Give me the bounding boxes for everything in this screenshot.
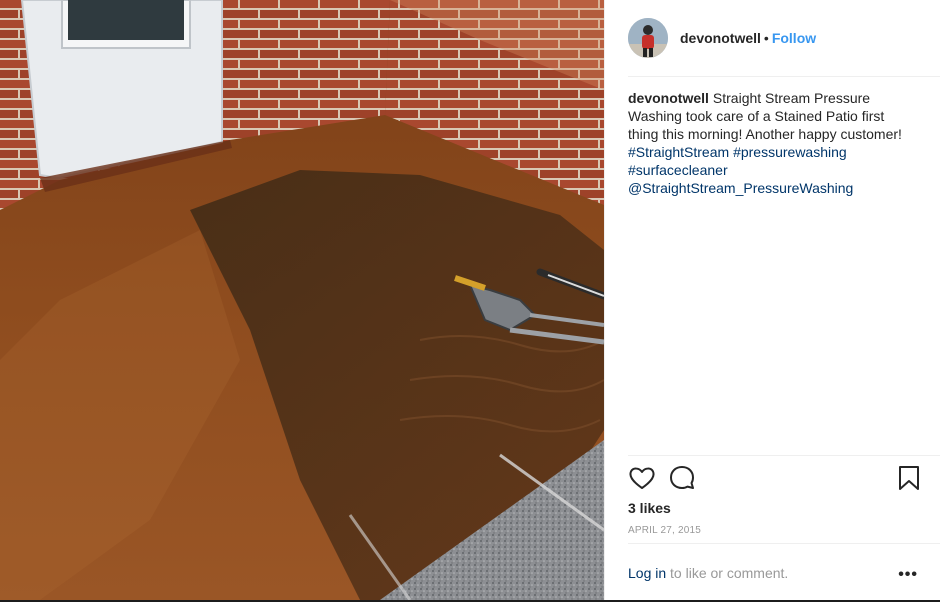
heart-icon[interactable]: [628, 464, 656, 492]
hashtag-link[interactable]: #pressurewashing: [733, 144, 847, 160]
post-sidebar: devonotwell • Follow devonotwell Straight S…: [604, 0, 940, 600]
avatar[interactable]: [628, 18, 668, 58]
instagram-post: devonotwell • Follow devonotwell Straight S…: [0, 0, 940, 600]
actions-divider: [628, 455, 940, 456]
post-date: APRIL 27, 2015: [628, 525, 702, 536]
author-username[interactable]: devonotwell: [680, 30, 761, 46]
comment-icon[interactable]: [668, 464, 696, 492]
patio-photo-illustration: [0, 0, 604, 600]
post-caption: devonotwell Straight Stream Pressure Wash…: [628, 89, 918, 197]
avatar-image: [628, 18, 668, 58]
hashtag-link[interactable]: #surfacecleaner: [628, 162, 728, 178]
login-divider: [628, 543, 940, 544]
login-prompt: Log in to like or comment.: [628, 565, 788, 581]
post-header: devonotwell • Follow: [605, 0, 940, 76]
caption-username[interactable]: devonotwell: [628, 90, 709, 106]
header-separator: •: [763, 30, 769, 46]
likes-count[interactable]: 3 likes: [628, 500, 671, 516]
bookmark-icon[interactable]: [895, 464, 923, 492]
login-link[interactable]: Log in: [628, 565, 666, 581]
more-options-icon[interactable]: •••: [898, 566, 918, 584]
follow-button[interactable]: Follow: [772, 30, 816, 46]
mention-link[interactable]: @StraightStream_PressureWashing: [628, 180, 853, 196]
header-text: devonotwell • Follow: [680, 30, 816, 46]
post-photo: [0, 0, 604, 600]
hashtag-link[interactable]: #StraightStream: [628, 144, 729, 160]
header-divider: [628, 76, 940, 77]
action-bar: [628, 464, 925, 494]
login-prompt-text: to like or comment.: [666, 565, 789, 581]
